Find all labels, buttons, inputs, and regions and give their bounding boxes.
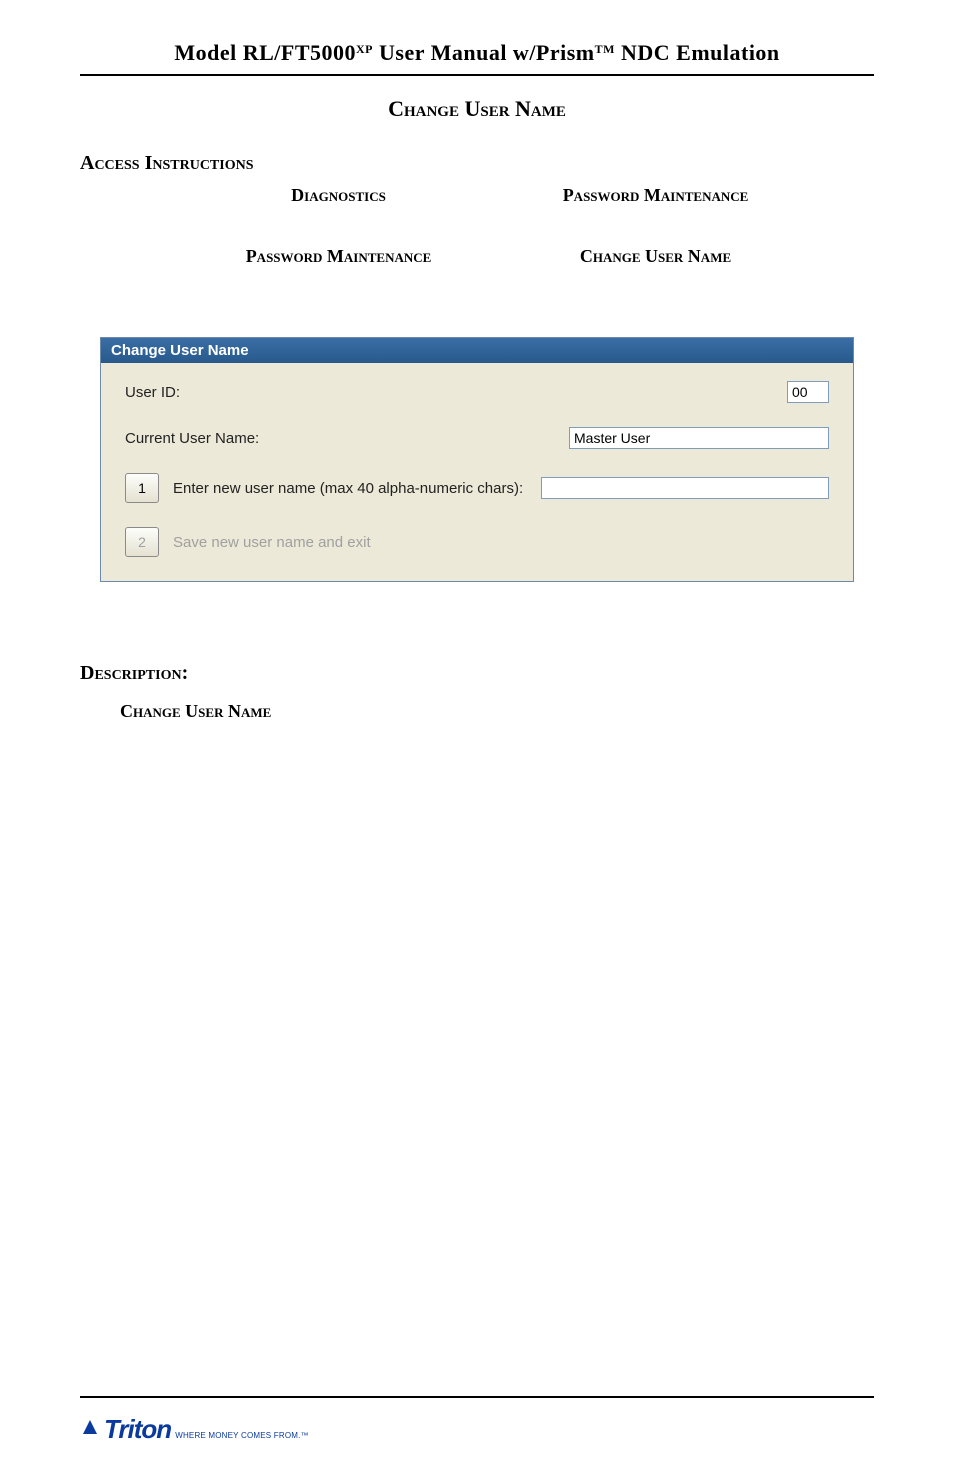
page-heading: Change User Name [80,96,874,122]
current-user-name-field [569,427,829,449]
user-id-label: User ID: [125,384,180,401]
enter-new-name-label: Enter new user name (max 40 alpha-numeri… [173,480,523,497]
manual-title: Model RL/FT5000XP User Manual w/PrismTM … [80,40,874,66]
save-exit-label: Save new user name and exit [173,534,371,551]
footer-logo: Triton WHERE MONEY COMES FROM.™ [80,1414,874,1445]
window-body: User ID: Current User Name: 1 Enter new … [101,363,853,581]
title-sup-xp: XP [356,42,373,56]
description-body: Change User Name [80,701,874,722]
row-enter-new-name: 1 Enter new user name (max 40 alpha-nume… [125,473,829,503]
window-titlebar: Change User Name [101,338,853,363]
title-mid: User Manual w/Prism [373,40,595,65]
instruction-password-maintenance-1: Password Maintenance [497,185,814,206]
option-1-button[interactable]: 1 [125,473,159,503]
logo-tagline: WHERE MONEY COMES FROM.™ [175,1431,309,1440]
title-pre: Model RL/FT5000 [174,40,356,65]
logo-mark-icon [80,1417,100,1443]
instruction-password-maintenance-2: Password Maintenance [180,246,497,267]
access-instructions-label: Access Instructions [80,152,874,175]
option-2-button: 2 [125,527,159,557]
title-post: NDC Emulation [615,40,780,65]
description-emph: Change User Name [120,701,271,721]
row-current-user-name: Current User Name: [125,427,829,449]
user-id-field [787,381,829,403]
change-user-name-window: Change User Name User ID: Current User N… [100,337,854,582]
row-user-id: User ID: [125,381,829,403]
footer-rule [80,1396,874,1398]
description-label: Description: [80,662,874,685]
row-save-exit: 2 Save new user name and exit [125,527,829,557]
instruction-change-user-name: Change User Name [497,246,814,267]
title-sup-tm: TM [595,42,615,56]
logo-text: Triton [104,1414,171,1445]
new-user-name-input[interactable] [541,477,829,499]
current-user-name-label: Current User Name: [125,430,259,447]
page-filler [80,722,874,1396]
instruction-diagnostics: Diagnostics [180,185,497,206]
instructions-grid: Diagnostics Password Maintenance Passwor… [80,185,874,267]
header-rule [80,74,874,76]
